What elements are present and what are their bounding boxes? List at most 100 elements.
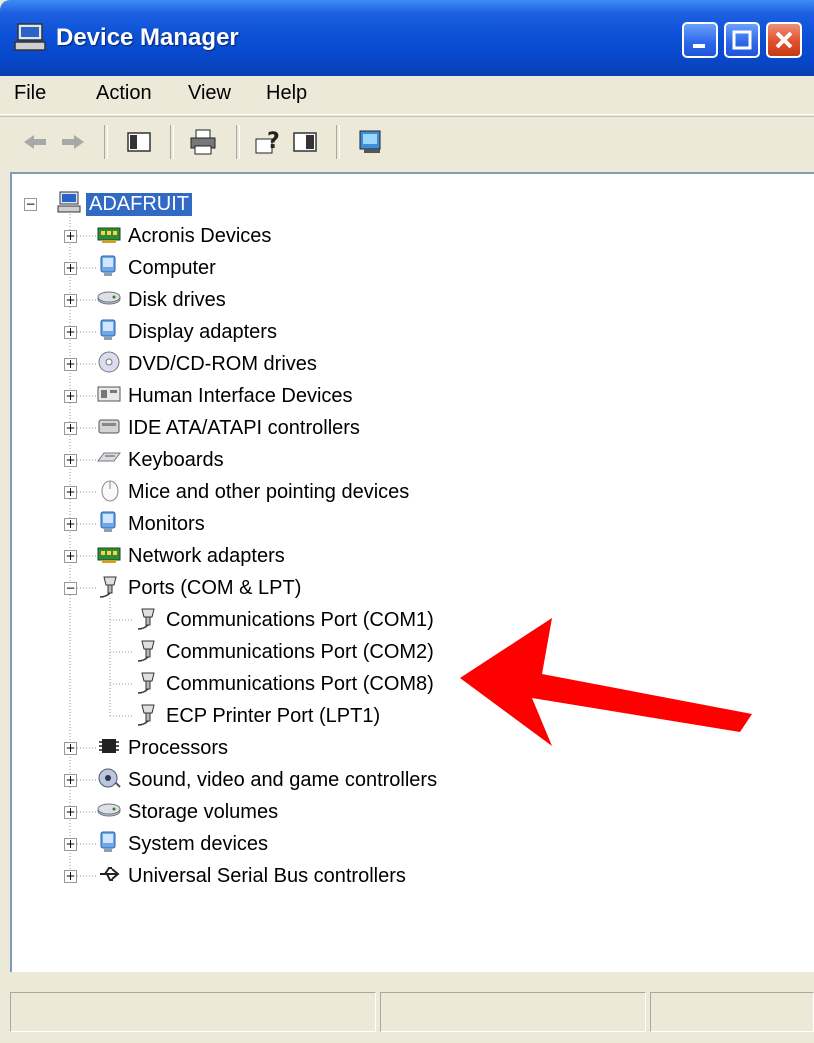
minimize-icon — [693, 44, 705, 48]
computer-icon — [56, 189, 82, 220]
tree-category[interactable]: IDE ATA/ATAPI controllers — [96, 412, 360, 444]
tree-category-label: Disk drives — [128, 288, 226, 311]
print-button[interactable] — [188, 127, 218, 157]
menu-file[interactable]: File — [14, 82, 46, 105]
port-icon — [134, 669, 160, 700]
keyboard-icon — [96, 445, 122, 476]
tree-category[interactable]: Acronis Devices — [96, 220, 271, 252]
menu-view[interactable]: View — [188, 82, 231, 105]
tree-category[interactable]: System devices — [96, 828, 268, 860]
forward-arrow-icon — [62, 135, 84, 149]
sound-icon — [96, 765, 122, 796]
port-icon — [134, 637, 160, 668]
title-bar[interactable]: Device Manager — [0, 0, 814, 76]
tree-category-label: Universal Serial Bus controllers — [128, 864, 406, 887]
tree-root-node[interactable]: ADAFRUIT — [56, 188, 192, 220]
expand-category-toggle[interactable]: + — [64, 294, 77, 307]
expand-category-toggle[interactable]: + — [64, 358, 77, 371]
card-icon — [96, 221, 122, 252]
maximize-icon — [732, 30, 752, 50]
collapse-root-toggle[interactable]: − — [24, 198, 37, 211]
port-icon — [134, 701, 160, 732]
expand-category-toggle[interactable]: + — [64, 518, 77, 531]
storage-icon — [96, 797, 122, 828]
toolbar-separator — [336, 125, 340, 159]
window-title: Device Manager — [56, 24, 239, 51]
menu-help[interactable]: Help — [266, 82, 307, 105]
tree-category[interactable]: Network adapters — [96, 540, 285, 572]
tree-category-label: Keyboards — [128, 448, 224, 471]
expand-category-toggle[interactable]: + — [64, 326, 77, 339]
expand-category-toggle[interactable]: + — [64, 262, 77, 275]
port-icon — [134, 605, 160, 636]
display-icon — [96, 317, 122, 348]
device-tree[interactable]: − ADAFRUIT Acronis Devices + Computer + Disk d… — [10, 172, 814, 972]
tree-category-label: Computer — [128, 256, 216, 279]
scan-hardware-icon — [359, 130, 381, 153]
tree-device-item[interactable]: Communications Port (COM8) — [134, 668, 434, 700]
device-label: Communications Port (COM8) — [166, 672, 434, 695]
maximize-button[interactable] — [724, 22, 760, 58]
monitor-icon — [96, 509, 122, 540]
back-button[interactable] — [20, 127, 50, 157]
expand-category-toggle[interactable]: + — [64, 774, 77, 787]
expand-category-toggle[interactable]: + — [64, 550, 77, 563]
expand-category-toggle[interactable]: + — [64, 870, 77, 883]
toolbar-separator — [236, 125, 240, 159]
tree-root-label: ADAFRUIT — [86, 192, 192, 216]
tree-category-label: Processors — [128, 736, 229, 759]
minimize-button[interactable] — [682, 22, 718, 58]
tree-device-item[interactable]: Communications Port (COM2) — [134, 636, 434, 668]
close-button[interactable] — [766, 22, 802, 58]
tree-category[interactable]: Mice and other pointing devices — [96, 476, 409, 508]
tree-category[interactable]: Sound, video and game controllers — [96, 764, 437, 796]
network-icon — [96, 541, 122, 572]
tree-category[interactable]: Processors — [96, 732, 228, 764]
tree-category[interactable]: Computer — [96, 252, 216, 284]
printer-icon — [190, 129, 216, 155]
forward-button[interactable] — [58, 127, 88, 157]
console-tree-icon — [127, 132, 151, 152]
expand-category-toggle[interactable]: + — [64, 806, 77, 819]
expand-category-toggle[interactable]: + — [64, 486, 77, 499]
device-label: Communications Port (COM2) — [166, 640, 434, 663]
tree-category-label: Monitors — [128, 512, 205, 535]
svg-text:?: ? — [267, 129, 280, 154]
tree-category[interactable]: Keyboards — [96, 444, 224, 476]
tree-category-label: Human Interface Devices — [128, 384, 353, 407]
expand-category-toggle[interactable]: + — [64, 390, 77, 403]
collapse-category-toggle[interactable]: − — [64, 582, 77, 595]
menu-action[interactable]: Action — [96, 82, 152, 105]
expand-category-toggle[interactable]: + — [64, 742, 77, 755]
toolbar-separator — [170, 125, 174, 159]
tree-category-label: System devices — [128, 832, 269, 855]
tree-category[interactable]: Storage volumes — [96, 796, 278, 828]
status-bar — [10, 980, 814, 1043]
tree-category-label: DVD/CD-ROM drives — [128, 352, 317, 375]
scan-hardware-button[interactable] — [356, 127, 386, 157]
tree-category-label: Display adapters — [128, 320, 277, 343]
tree-category[interactable]: Disk drives — [96, 284, 226, 316]
tree-category[interactable]: Monitors — [96, 508, 205, 540]
tree-category[interactable]: DVD/CD-ROM drives — [96, 348, 317, 380]
tree-category[interactable]: Universal Serial Bus controllers — [96, 860, 406, 892]
help-button[interactable]: ? — [254, 127, 284, 157]
expand-category-toggle[interactable]: + — [64, 454, 77, 467]
cdrom-icon — [96, 349, 122, 380]
usb-icon — [96, 861, 122, 892]
port-icon — [96, 573, 122, 604]
expand-category-toggle[interactable]: + — [64, 838, 77, 851]
tree-device-item[interactable]: ECP Printer Port (LPT1) — [134, 700, 380, 732]
help-icon: ? — [255, 129, 280, 154]
expand-category-toggle[interactable]: + — [64, 230, 77, 243]
tree-device-item[interactable]: Communications Port (COM1) — [134, 604, 434, 636]
tree-category-label: Acronis Devices — [128, 224, 272, 247]
status-pane-2 — [380, 992, 646, 1032]
tree-category[interactable]: Display adapters — [96, 316, 277, 348]
system-icon — [96, 829, 122, 860]
tree-category[interactable]: Human Interface Devices — [96, 380, 353, 412]
tree-category[interactable]: Ports (COM & LPT) — [96, 572, 301, 604]
properties-button[interactable] — [290, 127, 320, 157]
expand-category-toggle[interactable]: + — [64, 422, 77, 435]
show-hide-console-tree-button[interactable] — [124, 127, 154, 157]
